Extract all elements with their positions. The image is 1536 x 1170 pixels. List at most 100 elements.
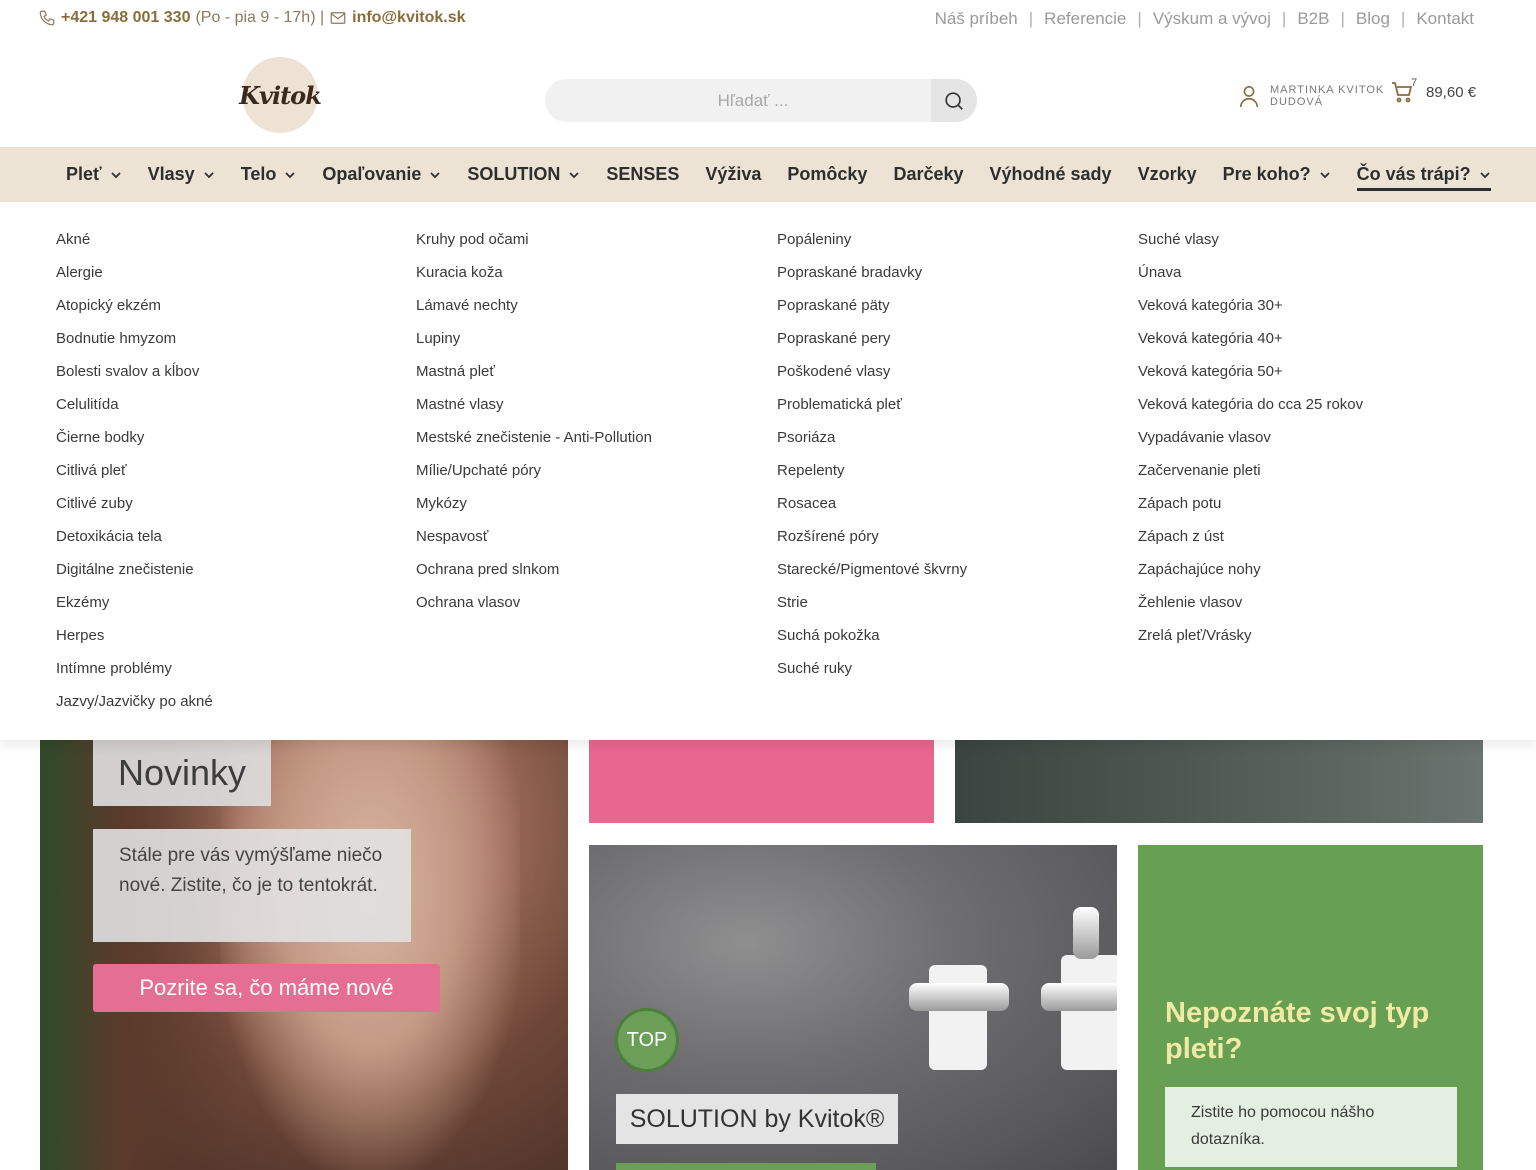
mega-menu-item[interactable]: Ochrana pred slnkom [416,560,652,593]
mega-menu-item[interactable]: Atopický ekzém [56,296,213,329]
mega-menu-item[interactable]: Veková kategória do cca 25 rokov [1138,395,1363,428]
mega-menu-item[interactable]: Starecké/Pigmentové škvrny [777,560,967,593]
banner-solution-bar [616,1163,876,1170]
nav-item-12[interactable]: Čo vás trápi? [1356,147,1491,202]
mega-menu-item[interactable]: Akné [56,230,213,263]
mega-menu-item[interactable]: Zapáchajúce nohy [1138,560,1363,593]
mega-menu-item[interactable]: Ekzémy [56,593,213,626]
mega-menu-item[interactable]: Mestské znečistenie - Anti-Pollution [416,428,652,461]
banner-novinky[interactable]: Novinky Stále pre vás vymýšľame niečo no… [40,740,568,1170]
mega-menu-item[interactable]: Začervenanie pleti [1138,461,1363,494]
mega-menu-item[interactable]: Repelenty [777,461,967,494]
nav-item-10[interactable]: Vzorky [1138,147,1197,202]
toplink-b2b[interactable]: B2B [1297,9,1329,29]
banner-novinky-button[interactable]: Pozrite sa, čo máme nové [93,964,440,1012]
mega-menu-item[interactable]: Nespavosť [416,527,652,560]
mega-menu-item[interactable]: Suché vlasy [1138,230,1363,263]
user-account[interactable]: MARTINKA KVITOK DUDOVÁ [1238,84,1384,108]
mega-menu-item[interactable]: Jazvy/Jazvičky po akné [56,692,213,725]
mega-menu-item[interactable]: Celulitída [56,395,213,428]
mega-menu-item[interactable]: Problematická pleť [777,395,967,428]
email-link[interactable]: info@kvitok.sk [352,9,465,27]
banner-skin-type[interactable]: Nepoznáte svoj typ pleti? Zistite ho pom… [1138,845,1483,1170]
search-input[interactable] [545,79,931,122]
mega-menu-item[interactable]: Veková kategória 50+ [1138,362,1363,395]
site-logo[interactable]: Kvitok [239,57,322,133]
mega-menu-item[interactable]: Citlivé zuby [56,494,213,527]
mega-menu-item[interactable]: Intímne problémy [56,659,213,692]
nav-item-8[interactable]: Darčeky [893,147,963,202]
mega-menu-item[interactable]: Mastné vlasy [416,395,652,428]
separator: | [1400,9,1406,28]
nav-item-label: Pleť [66,164,102,184]
toplink-blog[interactable]: Blog [1356,9,1390,29]
banner-solution[interactable]: TOP SOLUTION by Kvitok® [589,845,1117,1170]
user-name: MARTINKA KVITOK DUDOVÁ [1270,84,1384,108]
mega-menu-item[interactable]: Popáleniny [777,230,967,263]
mega-menu-item[interactable]: Ochrana vlasov [416,593,652,626]
nav-item-label: Čo vás trápi? [1356,164,1471,184]
mega-menu-item[interactable]: Mykózy [416,494,652,527]
toplink-nas-pribeh[interactable]: Náš príbeh [935,9,1018,29]
mega-menu-item[interactable]: Zápach potu [1138,494,1363,527]
mega-menu-item[interactable]: Suché ruky [777,659,967,692]
phone-number[interactable]: +421 948 001 330 [61,9,190,27]
mega-menu-item[interactable]: Mílie/Upchaté póry [416,461,652,494]
top-bar: +421 948 001 330 (Po - pia 9 - 17h) | in… [0,0,1536,42]
mega-menu-item[interactable]: Lámavé nechty [416,296,652,329]
mega-menu-item[interactable]: Veková kategória 40+ [1138,329,1363,362]
mega-menu-item[interactable]: Popraskané päty [777,296,967,329]
mega-menu-item[interactable]: Popraskané pery [777,329,967,362]
product-photo-pump [1073,907,1099,959]
nav-item-5[interactable]: SENSES [606,147,679,202]
mega-menu-item[interactable]: Rozšírené póry [777,527,967,560]
mega-menu-item[interactable]: Suchá pokožka [777,626,967,659]
banner-pink[interactable] [589,740,934,823]
mega-menu-item[interactable]: Žehlenie vlasov [1138,593,1363,626]
mega-menu-item[interactable]: Kruhy pod očami [416,230,652,263]
nav-item-3[interactable]: Opaľovanie [322,147,441,202]
nav-item-label: SOLUTION [467,164,561,184]
mega-menu-item[interactable]: Poškodené vlasy [777,362,967,395]
nav-item-11[interactable]: Pre koho? [1223,147,1331,202]
nav-item-2[interactable]: Telo [241,147,297,202]
mega-menu-item[interactable]: Bolesti svalov a kĺbov [56,362,213,395]
mega-menu-item[interactable]: Detoxikácia tela [56,527,213,560]
mega-menu-item[interactable]: Zápach z úst [1138,527,1363,560]
mega-menu-item[interactable]: Digitálne znečistenie [56,560,213,593]
toplink-kontakt[interactable]: Kontakt [1416,9,1474,29]
nav-item-4[interactable]: SOLUTION [467,147,580,202]
mega-menu-item[interactable]: Citlivá pleť [56,461,213,494]
mega-menu-item[interactable]: Únava [1138,263,1363,296]
mega-menu-item[interactable]: Vypadávanie vlasov [1138,428,1363,461]
mega-menu-item[interactable]: Rosacea [777,494,967,527]
nav-item-0[interactable]: Pleť [66,147,122,202]
mega-menu-item[interactable]: Bodnutie hmyzom [56,329,213,362]
chevron-down-icon [111,171,121,178]
mega-menu-co-vas-trapi: Akné Alergie Atopický ekzém Bodnutie hmyzom… [0,202,1536,740]
nav-item-1[interactable]: Vlasy [148,147,215,202]
main-nav: Pleť Vlasy Telo Opaľovanie SOLUTION SENSES Výž… [0,147,1536,202]
mega-menu-item[interactable]: Strie [777,593,967,626]
search-button[interactable] [931,79,977,122]
toplink-vyskum[interactable]: Výskum a vývoj [1153,9,1271,29]
mega-menu-item[interactable]: Čierne bodky [56,428,213,461]
mega-menu-item[interactable]: Popraskané bradavky [777,263,967,296]
cart-total: 89,60 € [1426,83,1477,101]
mega-menu-item[interactable]: Veková kategória 30+ [1138,296,1363,329]
mega-menu-item[interactable]: Psoriáza [777,428,967,461]
toplink-referencie[interactable]: Referencie [1044,9,1126,29]
mega-menu-item[interactable]: Alergie [56,263,213,296]
mega-menu-item[interactable]: Zrelá pleť/Vrásky [1138,626,1363,659]
banner-novinky-text: Stále pre vás vymýšľame niečo nové. Zist… [93,829,411,942]
mega-menu-item[interactable]: Kuracia koža [416,263,652,296]
nav-item-9[interactable]: Výhodné sady [990,147,1112,202]
banner-photo-gray[interactable] [955,740,1483,823]
nav-item-6[interactable]: Výživa [705,147,761,202]
mega-menu-item[interactable]: Herpes [56,626,213,659]
mega-menu-item[interactable]: Lupiny [416,329,652,362]
separator: | [1281,9,1287,28]
cart[interactable]: 7 89,60 € [1390,77,1477,104]
nav-item-7[interactable]: Pomôcky [787,147,867,202]
mega-menu-item[interactable]: Mastná pleť [416,362,652,395]
